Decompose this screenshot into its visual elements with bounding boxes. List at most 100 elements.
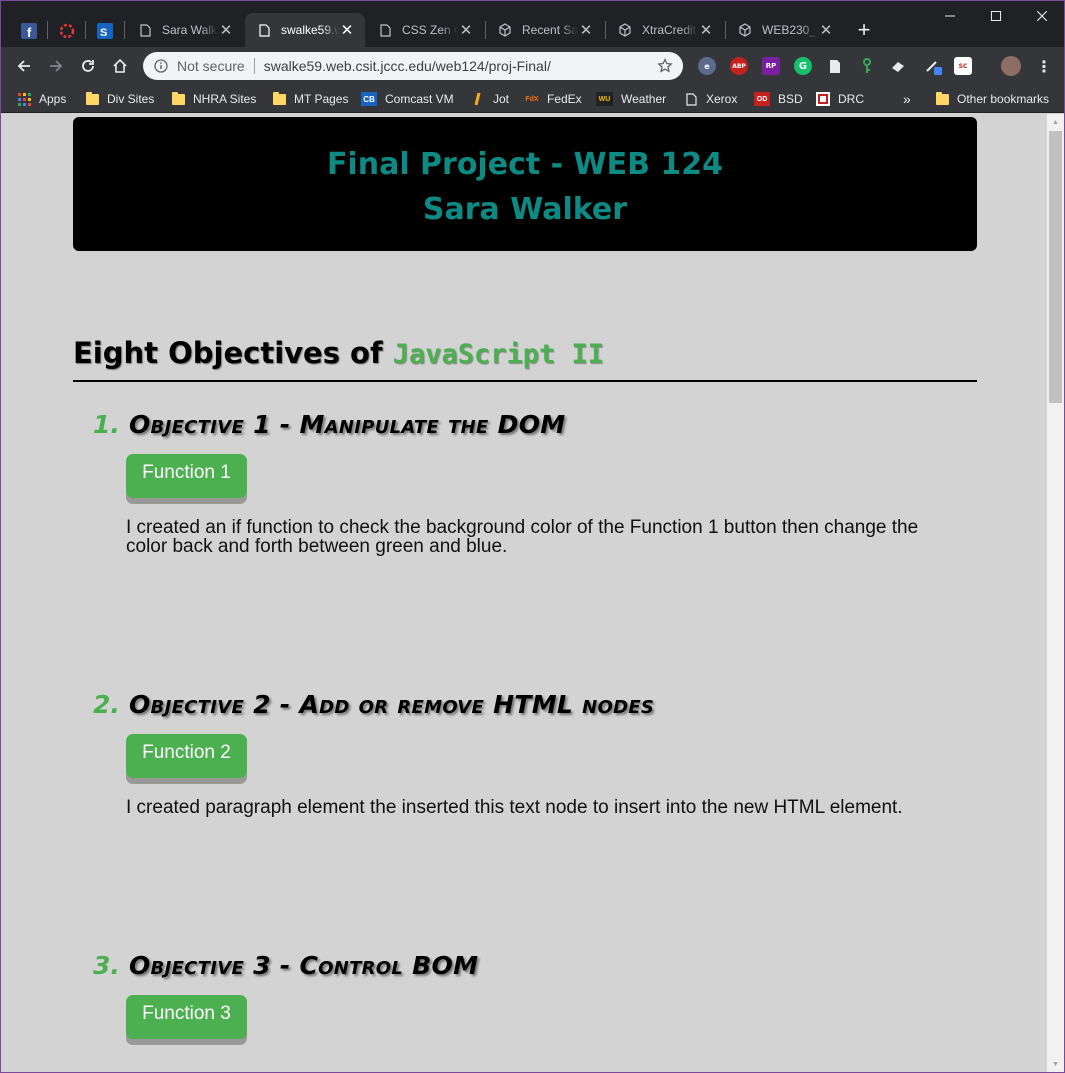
objective-1: 1. Objective 1 - Manipulate the DOM Func…: [93, 410, 977, 556]
extension-abp-icon[interactable]: ABP: [730, 57, 748, 75]
info-icon[interactable]: [153, 58, 169, 74]
bookmark-jot[interactable]: Jot: [471, 89, 509, 109]
folder-icon: [935, 91, 949, 106]
objective-3: 3. Objective 3 - Control BOM Function 3: [93, 951, 977, 1039]
url-text[interactable]: swalke59.web.csit.jccc.edu/web124/proj-F…: [264, 58, 655, 74]
profile-avatar[interactable]: [1001, 56, 1021, 76]
tab-web230[interactable]: WEB230_F ✕: [726, 13, 844, 47]
close-window-button[interactable]: [1019, 1, 1064, 31]
arrow-right-icon: [50, 60, 63, 72]
bookmark-other[interactable]: Other bookmarks: [935, 89, 1049, 109]
browser-toolbar: Not secure swalke59.web.csit.jccc.edu/we…: [1, 47, 1064, 85]
objective-number: 1.: [93, 410, 120, 439]
cube-icon: [618, 23, 632, 37]
tab-css-zen-garden[interactable]: CSS Zen Garden ✕: [366, 13, 484, 47]
new-tab-button[interactable]: +: [853, 19, 875, 41]
bookmark-nhra-sites[interactable]: NHRA Sites: [171, 89, 256, 109]
pinned-tab-opera[interactable]: [52, 17, 82, 45]
folder-icon: [171, 91, 185, 106]
page-icon: [684, 92, 698, 106]
maximize-button[interactable]: [973, 1, 1019, 31]
security-label[interactable]: Not secure: [177, 58, 245, 74]
folder-icon: [272, 91, 286, 106]
section-heading-text: Eight Objectives of: [73, 336, 393, 370]
function-1-button[interactable]: Function 1: [126, 454, 247, 498]
close-icon[interactable]: ✕: [698, 22, 714, 39]
menu-kebab-icon[interactable]: ⋮: [1035, 57, 1053, 76]
back-button[interactable]: [11, 53, 37, 79]
objective-2: 2. Objective 2 - Add or remove HTML node…: [93, 690, 977, 817]
extension-grammarly-icon[interactable]: G: [794, 57, 812, 75]
extension-document-icon[interactable]: [826, 57, 844, 75]
close-icon[interactable]: ✕: [339, 22, 355, 39]
scroll-down-arrow-icon[interactable]: ▼: [1047, 1056, 1064, 1072]
bookmarks-overflow-button[interactable]: »: [903, 89, 911, 109]
jot-icon: [471, 92, 485, 106]
reload-button[interactable]: [75, 53, 101, 79]
cube-icon: [738, 23, 752, 37]
extension-key-icon[interactable]: [858, 57, 876, 75]
minimize-button[interactable]: [927, 1, 973, 31]
extension-eraser-icon[interactable]: [890, 57, 908, 75]
bookmark-bsd[interactable]: OD BSD: [754, 89, 803, 109]
close-icon[interactable]: ✕: [818, 22, 834, 39]
page-icon: [138, 23, 152, 37]
home-button[interactable]: [107, 53, 133, 79]
reload-icon: [82, 60, 94, 72]
comcast-icon: CB: [361, 92, 377, 106]
bookmark-div-sites[interactable]: Div Sites: [85, 89, 154, 109]
bookmark-apps[interactable]: Apps: [17, 89, 66, 109]
bookmark-comcast-vm[interactable]: CB Comcast VM: [361, 89, 454, 109]
svg-text:f: f: [27, 25, 32, 39]
extension-screenshot-icon[interactable]: SC: [954, 57, 972, 75]
pinned-tab-sharepoint[interactable]: S: [90, 17, 120, 45]
page-viewport: Final Project - WEB 124 Sara Walker Eigh…: [1, 114, 1047, 1072]
extension-eye-icon[interactable]: e: [698, 57, 716, 75]
section-heading: Eight Objectives of JavaScript II: [73, 336, 977, 382]
bookmark-mt-pages[interactable]: MT Pages: [272, 89, 348, 109]
weather-icon: WU: [596, 92, 613, 106]
scroll-up-arrow-icon[interactable]: ▲: [1047, 114, 1064, 131]
objective-title: Objective 3 - Control BOM: [129, 951, 479, 980]
objective-number: 3.: [93, 951, 120, 980]
close-icon[interactable]: ✕: [458, 22, 474, 39]
extension-eyedropper-icon[interactable]: [924, 57, 942, 75]
page-icon: [378, 23, 392, 37]
bookmark-xerox[interactable]: Xerox: [684, 89, 737, 109]
page-header: Final Project - WEB 124 Sara Walker: [73, 117, 977, 251]
extension-rp-icon[interactable]: RP: [762, 57, 780, 75]
browser-window: f S Sara Walker ✕ swalke59.web ✕ CSS Zen…: [0, 0, 1065, 1073]
header-title: Final Project - WEB 124: [326, 147, 724, 182]
bookmark-star-icon[interactable]: [655, 56, 675, 76]
close-icon[interactable]: ✕: [218, 22, 234, 39]
arrow-left-icon: [17, 60, 30, 72]
objective-title: Objective 1 - Manipulate the DOM: [129, 410, 566, 439]
forward-button[interactable]: [43, 53, 69, 79]
address-bar[interactable]: Not secure swalke59.web.csit.jccc.edu/we…: [143, 52, 683, 80]
function-2-button[interactable]: Function 2: [126, 734, 247, 778]
tab-xtracredit[interactable]: XtraCredit ✕: [606, 13, 724, 47]
bookmark-fedex[interactable]: FdX FedEx: [525, 89, 581, 109]
bookmark-drc[interactable]: DRC: [816, 89, 864, 109]
tab-swalke59[interactable]: swalke59.web ✕: [245, 13, 365, 47]
tab-recent-sara[interactable]: Recent Sara ✕: [486, 13, 604, 47]
objective-description: I created paragraph element the inserted…: [126, 797, 903, 818]
sharepoint-icon: S: [97, 23, 113, 39]
objective-description: I created an if function to check the ba…: [126, 517, 919, 557]
vertical-scrollbar[interactable]: ▲ ▼: [1047, 114, 1064, 1072]
bsd-icon: OD: [754, 92, 770, 106]
bookmark-weather[interactable]: WU Weather: [596, 89, 666, 109]
close-icon[interactable]: ✕: [578, 22, 594, 39]
facebook-icon: f: [21, 23, 37, 39]
function-3-button[interactable]: Function 3: [126, 995, 247, 1039]
pinned-tab-facebook[interactable]: f: [14, 17, 44, 45]
home-icon: [113, 58, 127, 73]
bookmarks-bar: Apps Div Sites NHRA Sites MT Pages CB Co…: [1, 85, 1064, 113]
fedex-icon: FdX: [525, 95, 539, 103]
scrollbar-thumb[interactable]: [1049, 131, 1062, 403]
objective-number: 2.: [93, 690, 120, 719]
tab-sara-walker[interactable]: Sara Walker ✕: [126, 13, 244, 47]
cube-icon: [498, 23, 512, 37]
objective-title: Objective 2 - Add or remove HTML nodes: [129, 690, 655, 719]
svg-text:S: S: [100, 27, 107, 39]
